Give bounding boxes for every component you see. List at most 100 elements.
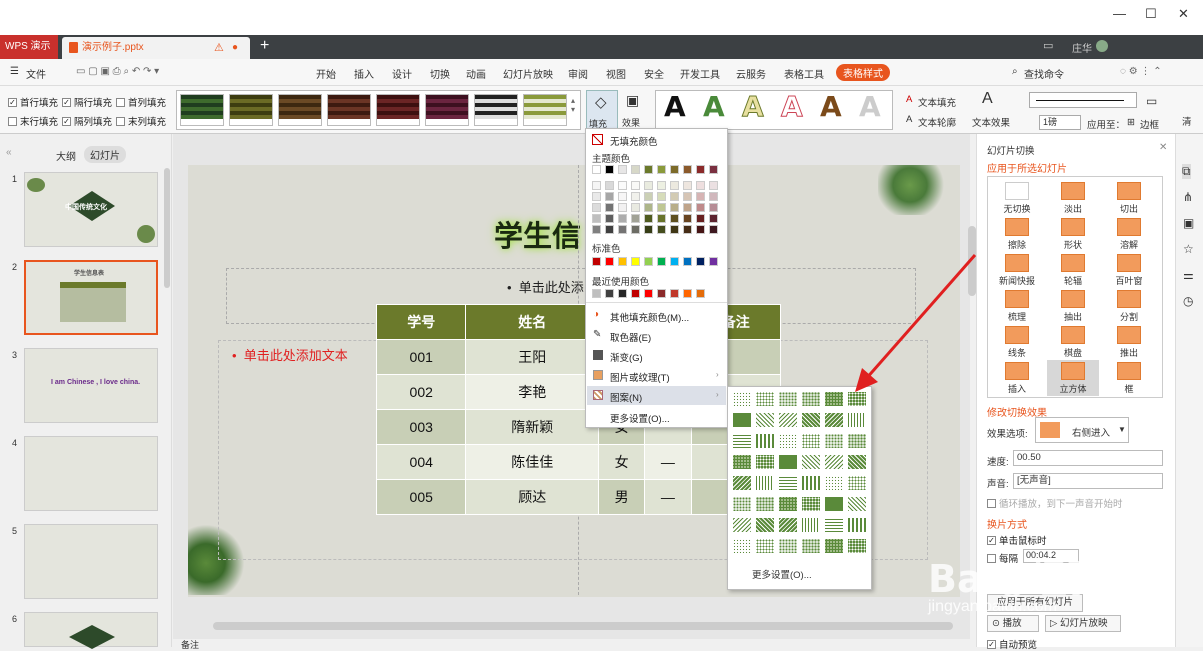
settings-icon[interactable]: ⚌ — [1183, 268, 1194, 282]
theme-color-swatch[interactable] — [709, 165, 718, 174]
menu-item-insert[interactable]: 插入 — [354, 66, 374, 81]
slide-thumb-6[interactable] — [24, 612, 158, 649]
theme-color-swatch[interactable] — [657, 165, 666, 174]
pattern-swatch[interactable] — [801, 454, 821, 470]
pattern-swatch[interactable] — [778, 496, 798, 512]
menu-item-design[interactable]: 设计 — [392, 66, 412, 81]
theme-color-swatch[interactable] — [657, 192, 666, 201]
slide-thumb-4[interactable] — [24, 436, 158, 511]
pattern-swatch[interactable] — [801, 412, 821, 428]
theme-color-swatch[interactable] — [631, 181, 640, 190]
pattern-swatch[interactable] — [732, 391, 752, 407]
pattern-swatch[interactable] — [847, 538, 867, 554]
theme-color-swatch[interactable] — [670, 203, 679, 212]
pattern-swatch[interactable] — [801, 475, 821, 491]
theme-color-swatch[interactable] — [696, 181, 705, 190]
transition-item[interactable]: 插入 — [991, 362, 1043, 395]
thumb-scrollbar[interactable] — [164, 168, 170, 288]
pattern-swatch[interactable] — [824, 475, 844, 491]
table-style-7[interactable] — [474, 94, 518, 126]
pattern-more-settings[interactable]: 更多设置(O)... — [752, 567, 812, 581]
theme-color-swatch[interactable] — [657, 214, 666, 223]
menu-item-cloud[interactable]: 云服务 — [736, 66, 766, 81]
menu-item-animation[interactable]: 动画 — [466, 66, 486, 81]
theme-color-swatch[interactable] — [605, 225, 614, 234]
standard-color-swatch[interactable] — [644, 257, 653, 266]
transition-item[interactable]: 百叶窗 — [1103, 254, 1155, 287]
theme-color-swatch[interactable] — [709, 181, 718, 190]
table-style-8[interactable] — [523, 94, 567, 126]
line-weight-select[interactable]: 1磅 — [1039, 115, 1081, 130]
fill-button[interactable]: ◇ 填充 — [586, 90, 618, 130]
transition-item[interactable]: 无切换 — [991, 182, 1043, 215]
close-icon[interactable]: ✕ — [1159, 142, 1167, 153]
gallery-scroll-icon[interactable]: ▴ ▾ — [571, 96, 575, 114]
theme-color-swatch[interactable] — [683, 225, 692, 234]
standard-color-swatch[interactable] — [605, 257, 614, 266]
line-style-select[interactable] — [1029, 92, 1137, 108]
theme-color-swatch[interactable] — [657, 225, 666, 234]
picture-texture-option[interactable]: 图片或纹理(T) — [610, 370, 670, 384]
transition-item[interactable]: 轮辐 — [1047, 254, 1099, 287]
menu-item-transition[interactable]: 切换 — [430, 66, 450, 81]
theme-color-swatch[interactable] — [631, 214, 640, 223]
theme-color-swatch[interactable] — [683, 214, 692, 223]
pattern-swatch[interactable] — [755, 475, 775, 491]
menu-item-table-tools[interactable]: 表格工具 — [784, 66, 824, 81]
table-style-3[interactable] — [278, 94, 322, 126]
theme-color-swatch[interactable] — [605, 165, 614, 174]
transition-item[interactable]: 淡出 — [1047, 182, 1099, 215]
standard-color-swatch[interactable] — [670, 257, 679, 266]
transition-item-selected[interactable]: 立方体 — [1047, 360, 1099, 396]
share-icon[interactable]: ⋔ — [1183, 190, 1193, 204]
theme-color-swatch[interactable] — [657, 181, 666, 190]
text-effect-icon[interactable]: A — [982, 90, 993, 108]
menu-item-view[interactable]: 视图 — [606, 66, 626, 81]
transition-item[interactable]: 形状 — [1047, 218, 1099, 251]
pattern-swatch[interactable] — [801, 496, 821, 512]
eyedropper-option[interactable]: 取色器(E) — [610, 330, 651, 344]
table-cell[interactable]: 004 — [375, 444, 467, 480]
transition-item[interactable]: 推出 — [1103, 326, 1155, 359]
theme-color-swatch[interactable] — [605, 214, 614, 223]
theme-color-swatch[interactable] — [618, 165, 627, 174]
table-cell[interactable]: 王阳 — [465, 339, 600, 375]
wordart-style-3[interactable]: A — [742, 90, 765, 124]
theme-color-swatch[interactable] — [670, 225, 679, 234]
recent-color-swatch[interactable] — [657, 289, 666, 298]
wordart-style-5[interactable]: A — [820, 90, 842, 123]
table-style-4[interactable] — [327, 94, 371, 126]
standard-color-swatch[interactable] — [592, 257, 601, 266]
gradient-option[interactable]: 渐变(G) — [610, 350, 643, 364]
recent-color-swatch[interactable] — [696, 289, 705, 298]
pattern-swatch[interactable] — [778, 412, 798, 428]
recent-color-swatch[interactable] — [618, 289, 627, 298]
theme-color-swatch[interactable] — [618, 203, 627, 212]
hamburger-icon[interactable]: ☰ — [10, 66, 19, 77]
standard-color-swatch[interactable] — [618, 257, 627, 266]
text-effect-button[interactable]: 文本效果 — [972, 115, 1010, 129]
pattern-swatch[interactable] — [847, 517, 867, 533]
checkbox-first-column[interactable]: 首列填充 — [116, 95, 166, 109]
transition-panel-icon[interactable]: ⧉ — [1182, 164, 1191, 179]
pattern-swatch[interactable] — [801, 391, 821, 407]
slide-thumb-2[interactable]: 学生信息表 — [24, 260, 158, 335]
document-tab[interactable]: 演示例子.pptx ⚠ ● — [62, 37, 250, 59]
theme-color-swatch[interactable] — [696, 192, 705, 201]
theme-color-swatch[interactable] — [605, 192, 614, 201]
transition-item[interactable]: 新闻快报 — [991, 254, 1043, 287]
menu-item-developer[interactable]: 开发工具 — [680, 66, 720, 81]
theme-color-swatch[interactable] — [696, 203, 705, 212]
theme-color-swatch[interactable] — [592, 203, 601, 212]
table-cell[interactable]: 002 — [375, 374, 467, 410]
table-cell[interactable]: 001 — [375, 339, 467, 375]
table-style-2[interactable] — [229, 94, 273, 126]
table-style-1[interactable] — [180, 94, 224, 126]
search-icon[interactable]: ⌕ — [1012, 66, 1018, 77]
text-fill-icon[interactable]: A — [906, 94, 912, 105]
slideshow-button[interactable]: ▷ 幻灯片放映 — [1045, 615, 1121, 632]
text-fill-button[interactable]: 文本填充 — [918, 95, 956, 109]
file-menu[interactable]: 文件 — [26, 66, 46, 81]
theme-color-swatch[interactable] — [592, 181, 601, 190]
transition-item[interactable]: 框 — [1103, 362, 1155, 395]
